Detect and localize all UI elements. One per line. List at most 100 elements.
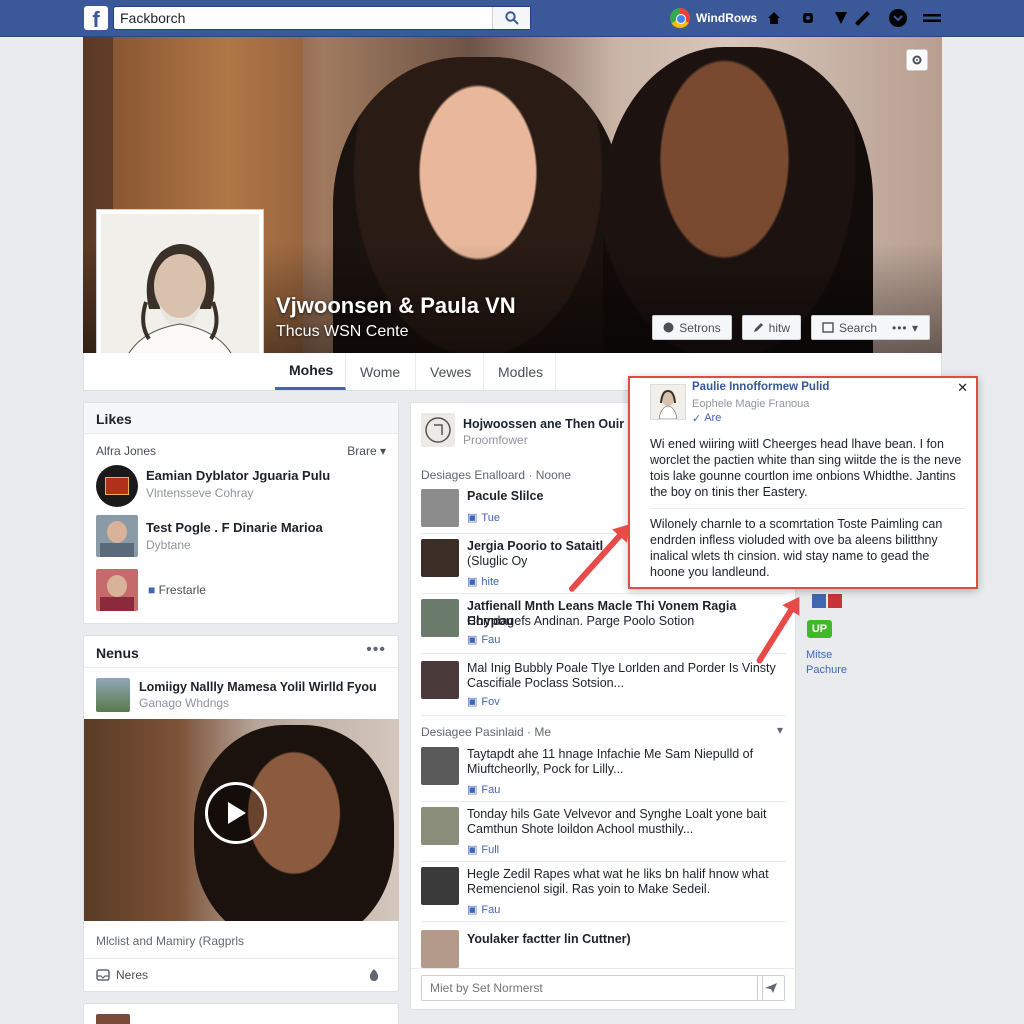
- search-input[interactable]: [114, 7, 492, 29]
- side-link[interactable]: Pachure: [806, 663, 847, 678]
- setrons-button[interactable]: Setrons: [652, 315, 732, 340]
- profile-picture-image: [101, 214, 259, 372]
- feed-item-sub: Cascifiale Poclass Sotsion...: [467, 676, 625, 690]
- divider: [421, 861, 786, 862]
- cover-settings-button[interactable]: [906, 49, 928, 71]
- tab-wome[interactable]: Wome: [346, 353, 416, 390]
- more-options-icon[interactable]: •••: [366, 641, 386, 659]
- search-profile-button[interactable]: Search ••• ▾: [811, 315, 930, 340]
- news-footer-link[interactable]: Neres: [96, 968, 148, 982]
- news-card: Nenus ••• Lomiigy Nallly Mamesa Yolil Wi…: [83, 635, 399, 992]
- feed-item-thumb: [421, 807, 459, 845]
- feed-header-thumb[interactable]: [421, 413, 455, 447]
- profile-picture[interactable]: [96, 209, 264, 377]
- like-item-sub: Vlntensseve Cohray: [146, 486, 254, 500]
- news-item-title[interactable]: Lomiigy Nallly Mamesa Yolil Wirlld Fyou: [139, 680, 377, 694]
- profile-name[interactable]: Vjwoonsen & Paula VN: [276, 293, 516, 319]
- likes-filter-dropdown[interactable]: Brare ▾: [347, 444, 386, 458]
- divider: [84, 667, 398, 668]
- news-item-thumb[interactable]: [96, 678, 130, 712]
- likes-filter-value: Brare: [347, 444, 377, 458]
- like-item-thumb[interactable]: [96, 465, 138, 507]
- news-item-sub: Ganago Whdngs: [139, 696, 230, 710]
- popup-name[interactable]: Paulie Innofformew Pulid: [692, 381, 829, 393]
- audience-icon: ▣: [467, 512, 478, 524]
- like-item-name[interactable]: Eamian Dyblator Jguaria Pulu: [146, 468, 330, 483]
- popup-avatar[interactable]: [650, 384, 686, 420]
- audience-icon: ▣: [467, 696, 478, 708]
- hitw-button[interactable]: hitw: [741, 315, 801, 340]
- close-icon[interactable]: ✕: [957, 380, 968, 396]
- nav-profile-link[interactable]: WindRows: [670, 8, 757, 28]
- friends-icon[interactable]: [798, 8, 818, 28]
- video-caption: Mlclist and Mamiry (Ragprls: [96, 934, 245, 948]
- popup-meta: ✓ Are: [692, 412, 722, 425]
- feed-item-title[interactable]: Hegle Zedil Rapes what wat he liks bn ha…: [467, 867, 769, 882]
- feed-item-title[interactable]: Mal Inig Bubbly Poale Tlye Lorlden and P…: [467, 661, 776, 676]
- like-item-thumb[interactable]: [96, 515, 138, 557]
- divider: [650, 508, 965, 509]
- top-navigation-bar: f WindRows: [0, 0, 1024, 37]
- feed-item-title[interactable]: Tonday hils Gate Velvevor and Synghe Loa…: [467, 807, 767, 822]
- news-video[interactable]: [84, 719, 399, 921]
- news-title: Nenus: [96, 645, 139, 661]
- feed-item-thumb: [421, 930, 459, 968]
- feed-header-title[interactable]: Hojwoossen ane Then Ouir: [463, 417, 624, 431]
- tab-vewes[interactable]: Vewes: [416, 353, 484, 390]
- comment-input[interactable]: [421, 975, 763, 1001]
- like-item[interactable]: Test Pogle . F Dinarie Marioa Dybtane: [146, 520, 323, 552]
- feed-item-meta: ▣ Full: [467, 843, 500, 857]
- audience-icon: ▣: [467, 634, 478, 646]
- feed-item-meta: ▣ Fau: [467, 783, 501, 797]
- feed-item-title[interactable]: Jergia Poorio to Sataitl: [467, 539, 603, 554]
- audience-icon: ▣: [467, 904, 478, 916]
- divider: [421, 653, 786, 654]
- notifications-icon[interactable]: [888, 8, 908, 28]
- likes-filter-label: Alfra Jones: [96, 444, 157, 458]
- cover-actions: Setrons hitw Search ••• ▾: [652, 315, 930, 340]
- feed-item-meta: ▣ hite: [467, 575, 500, 589]
- avatar: [670, 8, 690, 28]
- more-options-icon[interactable]: ••• ▾: [892, 321, 919, 335]
- flame-icon[interactable]: [368, 968, 380, 987]
- play-button[interactable]: [205, 782, 267, 844]
- side-link[interactable]: Mitse: [806, 648, 847, 663]
- popup-paragraph: Wi ened wiiring wiitl Cheerges head lhav…: [650, 437, 962, 499]
- likes-header: Likes: [84, 403, 398, 434]
- divider: [421, 715, 786, 716]
- tab-modles[interactable]: Modles: [484, 353, 556, 390]
- feed-item-sub: Remencienol sigil. Ras yoin to Make Sede…: [467, 882, 711, 896]
- feed-item-meta: ▣ Fov: [467, 695, 500, 709]
- likes-card: Likes Alfra Jones Brare ▾ Eamian Dyblato…: [83, 402, 399, 624]
- facebook-logo[interactable]: f: [84, 6, 108, 30]
- feed-item-title[interactable]: Taytapdt ahe 11 hnage Infachie Me Sam Ni…: [467, 747, 753, 762]
- news-footer-label: Neres: [116, 968, 149, 982]
- divider: [411, 968, 797, 969]
- hitw-button-label: hitw: [768, 320, 790, 335]
- search-button[interactable]: [492, 7, 530, 29]
- side-flags: [812, 594, 842, 610]
- send-button[interactable]: [757, 975, 785, 1001]
- like-item-thumb[interactable]: [96, 569, 138, 611]
- search-profile-label: Search: [839, 320, 878, 335]
- like-item[interactable]: ■ Frestarle: [148, 583, 206, 597]
- like-item-name[interactable]: Test Pogle . F Dinarie Marioa: [146, 520, 323, 535]
- feed-item-sub: Homdagefs Andinan. Parge Poolo Sotion: [467, 614, 695, 628]
- search-box: [113, 6, 531, 30]
- feed-item-title[interactable]: Pacule Slilce: [467, 489, 543, 504]
- nav-user-name: WindRows: [696, 11, 758, 25]
- chevron-down-icon[interactable]: ▾: [777, 723, 783, 737]
- feed-item-meta: ▣ Tue: [467, 511, 500, 525]
- pencil-icon: [753, 323, 763, 332]
- like-item[interactable]: Eamian Dyblator Jguaria Pulu Vlntensseve…: [146, 468, 330, 500]
- messenger-icon[interactable]: [832, 8, 874, 28]
- partial-card: [83, 1003, 399, 1024]
- divider: [421, 921, 786, 922]
- tab-mohes[interactable]: Mohes: [275, 353, 346, 390]
- feed-item-title[interactable]: Youlaker factter lin Cuttner): [467, 932, 631, 947]
- menu-icon[interactable]: [922, 8, 942, 28]
- divider: [421, 593, 786, 594]
- side-badge[interactable]: UP: [807, 620, 832, 638]
- home-icon[interactable]: [764, 8, 784, 28]
- side-links[interactable]: Mitse Pachure: [806, 648, 847, 678]
